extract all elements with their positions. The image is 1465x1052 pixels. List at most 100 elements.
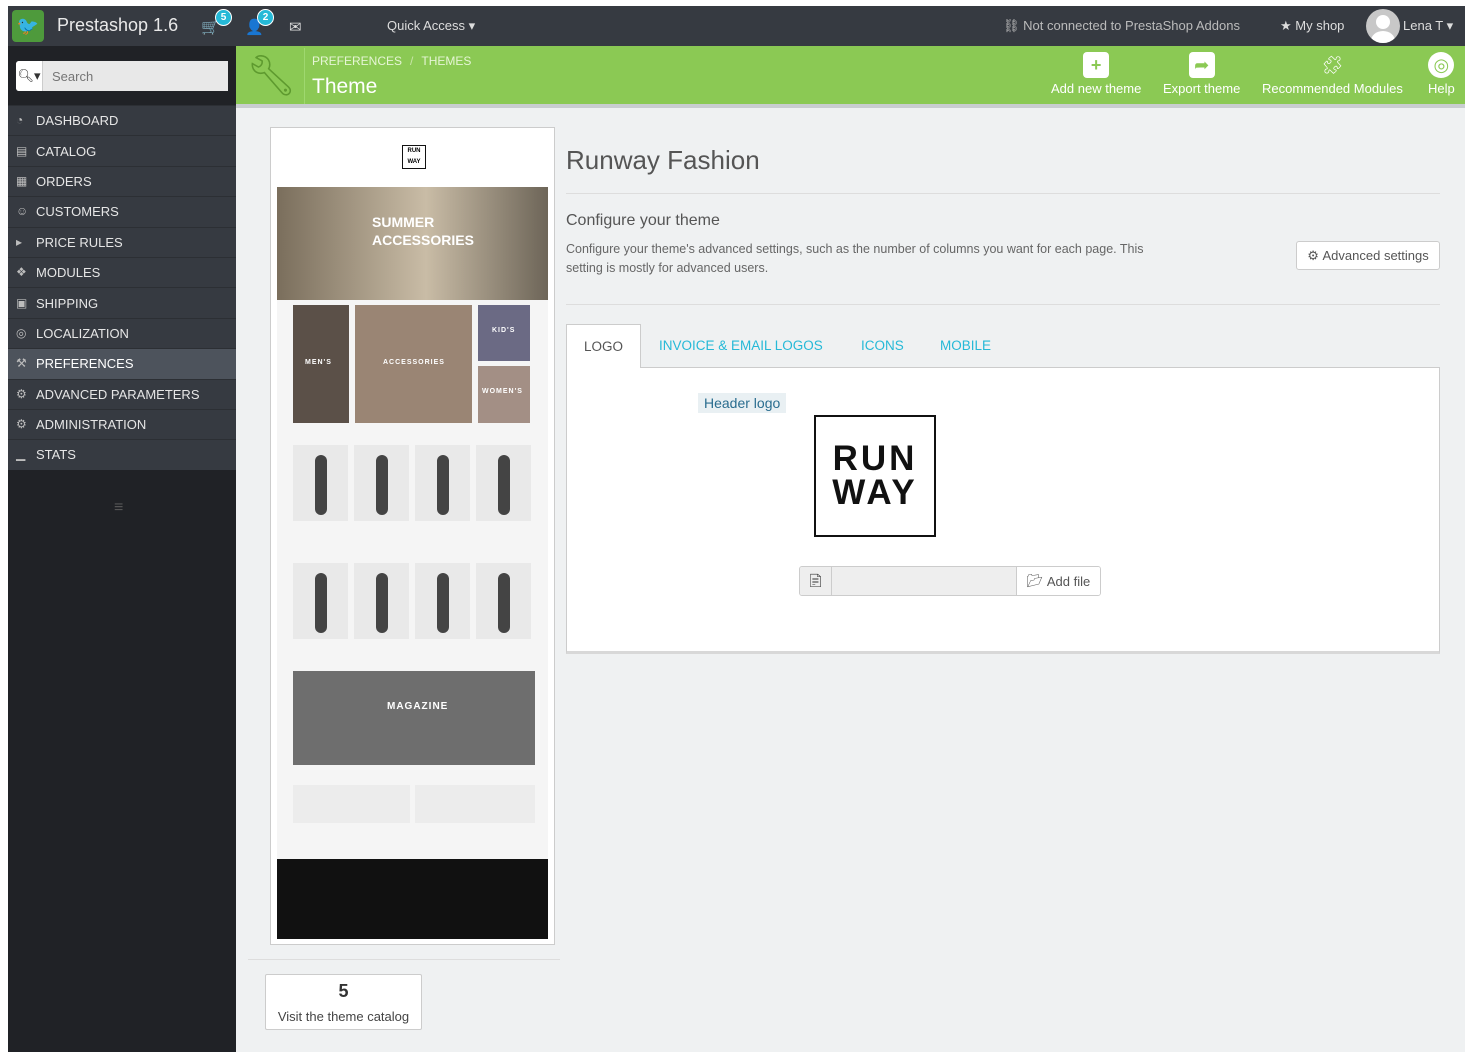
help-button[interactable]: ◎ Help xyxy=(1428,52,1455,96)
preview-product xyxy=(354,563,409,639)
app-title[interactable]: Prestashop 1.6 xyxy=(57,15,178,36)
sidebar-item-modules[interactable]: ❖ MODULES xyxy=(8,256,236,288)
breadcrumb-themes[interactable]: THEMES xyxy=(421,54,471,68)
modules-icon: ❖ xyxy=(16,265,27,280)
puzzle-icon: 🧩︎ xyxy=(1321,55,1344,75)
breadcrumb-preferences[interactable]: PREFERENCES xyxy=(312,54,402,68)
lifebuoy-icon: ◎ xyxy=(1428,52,1455,78)
logo-file-input[interactable] xyxy=(832,567,1016,595)
preview-sunglasses-banner xyxy=(293,785,410,823)
preview-logo: RUN WAY xyxy=(402,145,426,169)
preview-men-label: MEN'S xyxy=(305,359,332,366)
sidebar-item-orders[interactable]: ▦ ORDERS xyxy=(8,165,236,197)
plus-icon: + xyxy=(1083,52,1110,78)
sidebar-item-shipping[interactable]: ▣ SHIPPING xyxy=(8,287,236,318)
logo-tab-panel: Header logo RUN WAY 📄︎ 📂︎ Add file xyxy=(566,368,1440,654)
sidebar-item-label: STATS xyxy=(36,447,76,463)
add-file-label: Add file xyxy=(1046,573,1091,589)
preview-product xyxy=(293,563,348,639)
envelope-icon[interactable]: ✉ xyxy=(289,18,302,36)
preview-kids-category: KID'S xyxy=(478,305,530,361)
preview-watches-banner xyxy=(415,785,535,823)
avatar[interactable] xyxy=(1366,9,1400,43)
sidebar-item-label: SHIPPING xyxy=(36,295,99,311)
page-title: Theme xyxy=(312,75,378,98)
top-bar: 🐦 Prestashop 1.6 🛒 5 👤 2 ✉ Quick Access … xyxy=(8,6,1465,46)
shipping-icon: ▣ xyxy=(16,295,28,310)
quick-access-menu[interactable]: Quick Access ▾ xyxy=(387,18,475,34)
header-logo-preview: RUN WAY xyxy=(814,415,936,537)
add-file-button[interactable]: 📂︎ Add file xyxy=(1016,567,1100,595)
preview-women-label: WOMEN'S xyxy=(482,388,523,395)
collapse-menu-icon[interactable]: ≡ xyxy=(114,499,123,517)
administration-icon: ⚙ xyxy=(16,417,27,432)
preview-product xyxy=(415,563,470,639)
sidebar-item-label: ADMINISTRATION xyxy=(36,417,147,433)
advanced-parameters-icon: ⚙ xyxy=(16,386,27,401)
sidebar-item-label: ORDERS xyxy=(36,173,92,189)
sidebar-item-administration[interactable]: ⚙ ADMINISTRATION xyxy=(8,408,236,440)
preview-kids-label: KID'S xyxy=(492,327,516,334)
tab-icons[interactable]: ICONS xyxy=(861,324,904,368)
theme-name: Runway Fashion xyxy=(566,145,760,175)
sidebar-search: 🔍︎ ▾ xyxy=(16,61,228,91)
star-icon: ★ xyxy=(1280,18,1296,33)
localization-icon: ◎ xyxy=(16,325,27,340)
recommended-modules-label: Recommended Modules xyxy=(1262,81,1403,96)
recommended-modules-button[interactable]: 🧩︎ Recommended Modules xyxy=(1262,52,1403,96)
sidebar-item-preferences[interactable]: ⚒ PREFERENCES xyxy=(8,348,236,379)
advanced-settings-button[interactable]: ⚙ Advanced settings xyxy=(1296,241,1440,270)
search-type-dropdown[interactable]: 🔍︎ ▾ xyxy=(16,61,43,91)
sidebar-item-stats[interactable]: ▁ STATS xyxy=(8,439,236,470)
visit-catalog-panel: 5 Visit the theme catalog xyxy=(248,959,560,1042)
folder-open-icon: 📂︎ xyxy=(1026,573,1047,588)
preview-logo-line-2: WAY xyxy=(407,159,421,165)
logo-tabs: LOGO INVOICE & EMAIL LOGOS ICONS MOBILE xyxy=(566,324,1440,369)
prestashop-logo-icon[interactable]: 🐦 xyxy=(12,10,44,42)
my-shop-link[interactable]: ★ My shop xyxy=(1280,18,1344,34)
theme-preview-image: RUN WAY SUMMER ACCESSORIES MEN'S ACCESSORI… xyxy=(277,133,548,939)
search-input[interactable] xyxy=(43,61,228,91)
orders-icon: ▦ xyxy=(16,173,28,188)
sidebar-item-customers[interactable]: ☺ CUSTOMERS xyxy=(8,196,236,227)
customers-badge: 2 xyxy=(257,9,274,26)
sidebar-item-label: PRICE RULES xyxy=(36,234,123,250)
logo-line-2: WAY xyxy=(832,473,918,512)
sidebar-item-label: ADVANCED PARAMETERS xyxy=(36,386,200,402)
preview-hero-line-1: SUMMER xyxy=(372,214,435,230)
visit-theme-catalog-button[interactable]: 5 Visit the theme catalog xyxy=(265,974,422,1030)
preview-product xyxy=(476,445,531,521)
add-new-theme-button[interactable]: + Add new theme xyxy=(1051,52,1141,96)
preview-product xyxy=(293,445,348,521)
sidebar-item-dashboard[interactable]: ◔ DASHBOARD xyxy=(8,105,236,136)
sidebar-item-label: CATALOG xyxy=(36,143,97,159)
divider xyxy=(566,304,1440,305)
preview-logo-line-1: RUN xyxy=(407,148,421,154)
preview-accessories-category: ACCESSORIES xyxy=(355,305,472,423)
export-theme-button[interactable]: ➦ Export theme xyxy=(1163,52,1240,96)
preview-product xyxy=(354,445,409,521)
sidebar-item-label: DASHBOARD xyxy=(36,113,119,129)
configure-title: Configure your theme xyxy=(566,212,720,229)
stats-icon: ▁ xyxy=(16,447,26,462)
advanced-settings-label: Advanced settings xyxy=(1322,248,1429,263)
preview-product xyxy=(415,445,470,521)
divider xyxy=(566,193,1440,194)
export-theme-label: Export theme xyxy=(1163,81,1241,96)
sidebar-item-label: CUSTOMERS xyxy=(36,204,119,220)
html5-icon: 5 xyxy=(338,981,349,1001)
preview-hero-banner: SUMMER ACCESSORIES xyxy=(277,187,548,300)
sidebar-item-price-rules[interactable]: ▸ PRICE RULES xyxy=(8,226,236,257)
preview-footer xyxy=(277,859,548,939)
sidebar-item-localization[interactable]: ◎ LOCALIZATION xyxy=(8,317,236,349)
preview-hero-line-2: ACCESSORIES xyxy=(372,232,474,248)
user-menu[interactable]: Lena T ▾ xyxy=(1403,18,1453,34)
tab-logo[interactable]: LOGO xyxy=(566,324,642,369)
tab-mobile[interactable]: MOBILE xyxy=(940,324,991,368)
wrench-icon: 🔧︎ xyxy=(246,54,297,98)
sidebar-item-catalog[interactable]: ▤ CATALOG xyxy=(8,135,236,166)
sidebar-item-advanced-parameters[interactable]: ⚙ ADVANCED PARAMETERS xyxy=(8,378,236,409)
tab-invoice-email-logos[interactable]: INVOICE & EMAIL LOGOS xyxy=(659,324,823,368)
theme-config-panel: Runway Fashion Configure your theme Conf… xyxy=(560,127,1445,657)
addons-status-link[interactable]: ⛓ Not connected to PrestaShop Addons xyxy=(1003,18,1240,34)
